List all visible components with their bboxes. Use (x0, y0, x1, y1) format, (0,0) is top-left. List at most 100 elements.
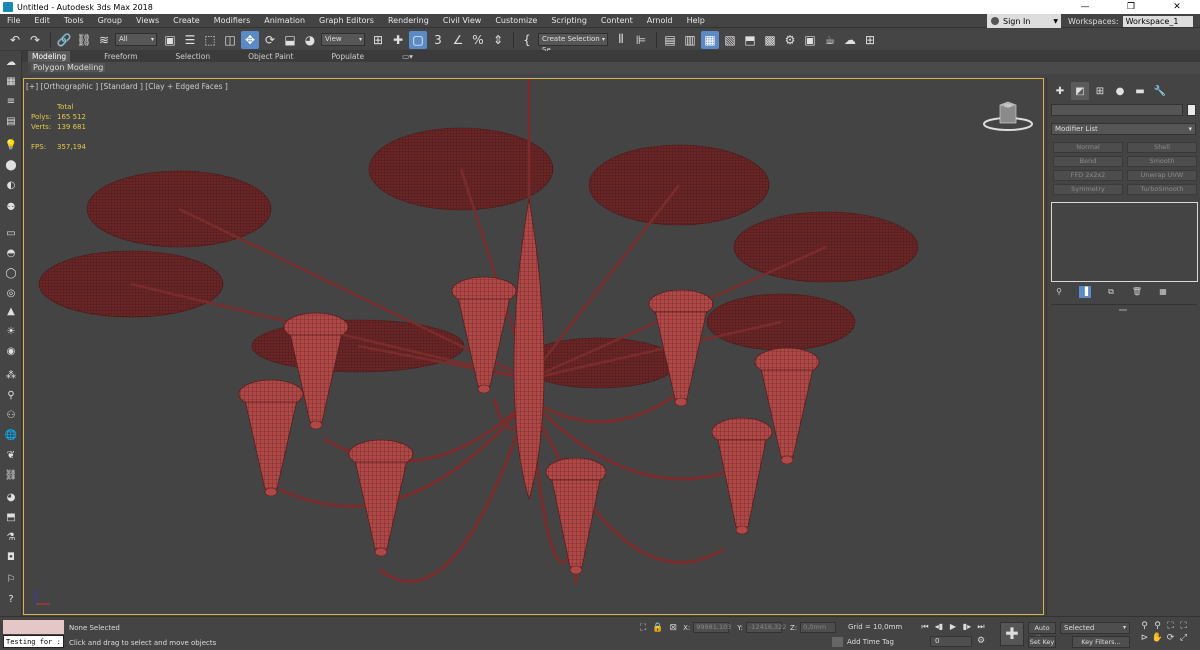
maxscript-listener-output[interactable] (3, 620, 64, 634)
viewport-label-menu[interactable]: [+] [Orthographic ] [Standard ] [Clay + … (26, 82, 228, 91)
x-coordinate-field[interactable]: 99981,103 (693, 622, 731, 633)
panel-resize-handle[interactable] (1119, 309, 1127, 311)
menu-tools[interactable]: Tools (57, 14, 91, 28)
pan-icon[interactable]: ✋ (1151, 633, 1164, 643)
sun-icon[interactable]: ☀ (4, 325, 18, 338)
rect-selection-icon[interactable]: ⬚ (201, 31, 219, 49)
particles-icon[interactable]: ⁂ (4, 369, 18, 382)
show-end-result-icon[interactable]: ▐ (1079, 286, 1091, 298)
select-and-scale-icon[interactable]: ⬓ (281, 31, 299, 49)
geometry-icon[interactable]: ⚉ (4, 201, 18, 214)
isolate-selection-icon[interactable]: ⛶ (640, 623, 646, 633)
pin-stack-icon[interactable]: ⚲ (1053, 286, 1065, 298)
menu-civil-view[interactable]: Civil View (436, 14, 489, 28)
motion-tab-icon[interactable]: ● (1111, 82, 1129, 100)
modifier-button-ffd-2x2x2[interactable]: FFD 2x2x2 (1053, 170, 1123, 181)
previous-frame-icon[interactable]: ◂▮ (932, 621, 946, 633)
configure-modifier-sets-icon[interactable]: ▦ (1157, 286, 1169, 298)
material-editor-icon[interactable]: ▩ (761, 31, 779, 49)
viewport-orthographic[interactable]: [+] [Orthographic ] [Standard ] [Clay + … (23, 78, 1044, 615)
hierarchy-tab-icon[interactable]: ⊞ (1091, 82, 1109, 100)
layers-icon[interactable]: ◘ (4, 551, 18, 564)
select-and-place-icon[interactable]: ◕ (301, 31, 319, 49)
bone-icon[interactable]: ⚲ (4, 389, 18, 402)
spinner-snap-icon[interactable]: ⇕ (489, 31, 507, 49)
set-key-icon[interactable]: ✚ (1000, 622, 1024, 646)
y-coordinate-field[interactable]: -12416,322 (745, 622, 786, 633)
zoom-extents-all-icon[interactable]: ⛶ (1177, 621, 1190, 631)
key-filters-button[interactable]: Key Filters... (1072, 636, 1130, 648)
minimize-button[interactable]: — (1062, 0, 1108, 14)
menu-views[interactable]: Views (129, 14, 166, 28)
display-tab-icon[interactable]: ▬ (1131, 82, 1149, 100)
menu-file[interactable]: File (0, 14, 27, 28)
modifier-button-smooth[interactable]: Smooth (1127, 156, 1197, 167)
ribbon-tab-modeling[interactable]: Modeling (28, 51, 71, 62)
render-setup-icon[interactable]: ⚙ (781, 31, 799, 49)
reference-coordinate-select[interactable]: View (321, 33, 365, 46)
modifier-list-dropdown[interactable]: Modifier List (1051, 123, 1196, 135)
make-unique-icon[interactable]: ⧉ (1105, 286, 1117, 298)
expand-icon[interactable]: ☁ (4, 56, 18, 69)
menu-content[interactable]: Content (594, 14, 640, 28)
remove-modifier-icon[interactable]: 🗑 (1131, 286, 1143, 298)
menu-customize[interactable]: Customize (488, 14, 544, 28)
modify-tab-icon[interactable]: ◩ (1071, 82, 1089, 100)
menu-animation[interactable]: Animation (257, 14, 312, 28)
utilities-tab-icon[interactable]: 🔧 (1151, 82, 1169, 100)
zoom-all-icon[interactable]: ⚲ (1151, 621, 1164, 631)
modifier-button-bend[interactable]: Bend (1053, 156, 1123, 167)
workspace-select[interactable]: Workspace_1 (1122, 15, 1193, 27)
globe-icon[interactable]: 🌐 (4, 429, 18, 442)
named-selection-select[interactable]: Create Selection Se (538, 33, 608, 54)
menu-rendering[interactable]: Rendering (381, 14, 436, 28)
modifier-button-normal[interactable]: Normal (1053, 142, 1123, 153)
list-icon[interactable]: ≡ (4, 95, 18, 108)
select-and-rotate-icon[interactable]: ⟳ (261, 31, 279, 49)
unlink-icon[interactable]: ⛓ (75, 31, 93, 49)
percent-snap-icon[interactable]: % (469, 31, 487, 49)
cylinder-icon[interactable]: ◯ (4, 267, 18, 280)
menu-group[interactable]: Group (91, 14, 129, 28)
help-icon[interactable]: ? (4, 593, 18, 606)
rendered-frame-window-icon[interactable]: ▣ (801, 31, 819, 49)
menu-graph-editors[interactable]: Graph Editors (312, 14, 381, 28)
orbit-icon[interactable]: ⟳ (1164, 633, 1177, 643)
ribbon-toggle-icon[interactable]: ▦ (701, 30, 719, 49)
grid-view-icon[interactable]: ▤ (4, 115, 18, 128)
z-coordinate-field[interactable]: 0,0mm (800, 622, 837, 633)
snaps-toggle-icon[interactable]: 3 (429, 31, 447, 49)
field-of-view-icon[interactable]: ⊳ (1138, 633, 1151, 643)
selection-filter-select[interactable]: All (115, 33, 157, 46)
dolly-icon[interactable]: ⚐ (4, 573, 18, 586)
modifier-button-turbosmooth[interactable]: TurboSmooth (1127, 184, 1197, 195)
select-and-move-icon[interactable]: ✥ (241, 30, 259, 49)
ribbon-options-icon[interactable]: ▭▾ (398, 51, 417, 62)
tube-icon[interactable]: ◉ (4, 345, 18, 358)
key-selection-select[interactable]: Selected (1060, 622, 1130, 634)
leaf-icon[interactable]: ❦ (4, 449, 18, 462)
scene-explorer-icon[interactable]: ▤ (661, 31, 679, 49)
menu-create[interactable]: Create (166, 14, 207, 28)
go-to-end-icon[interactable]: ⏭ (974, 621, 988, 633)
menu-help[interactable]: Help (680, 14, 712, 28)
viewcube-icon[interactable]: TOP (983, 99, 1033, 133)
window-crossing-icon[interactable]: ◫ (221, 31, 239, 49)
menu-modifiers[interactable]: Modifiers (207, 14, 258, 28)
modifier-button-symmetry[interactable]: Symmetry (1053, 184, 1123, 195)
keyboard-shortcut-override-icon[interactable]: ▢ (409, 30, 427, 49)
close-button[interactable]: ✕ (1154, 0, 1200, 14)
sign-in-button[interactable]: Sign In ▼ (987, 14, 1061, 28)
helper-icon[interactable]: ◐ (4, 179, 18, 192)
modifier-stack[interactable] (1051, 202, 1198, 282)
select-object-icon[interactable]: ▣ (161, 31, 179, 49)
bind-space-warp-icon[interactable]: ≋ (95, 31, 113, 49)
maximize-viewport-icon[interactable]: ⤢ (1177, 633, 1190, 643)
play-icon[interactable]: ▶ (946, 621, 960, 633)
angle-snap-icon[interactable]: ∠ (449, 31, 467, 49)
light-icon[interactable]: 💡 (4, 139, 18, 152)
cone-icon[interactable]: ▲ (4, 305, 18, 318)
a360-gallery-icon[interactable]: ⊞ (861, 31, 879, 49)
box-icon[interactable]: ▭ (4, 227, 18, 240)
manipulate-icon[interactable]: ✚ (389, 31, 407, 49)
